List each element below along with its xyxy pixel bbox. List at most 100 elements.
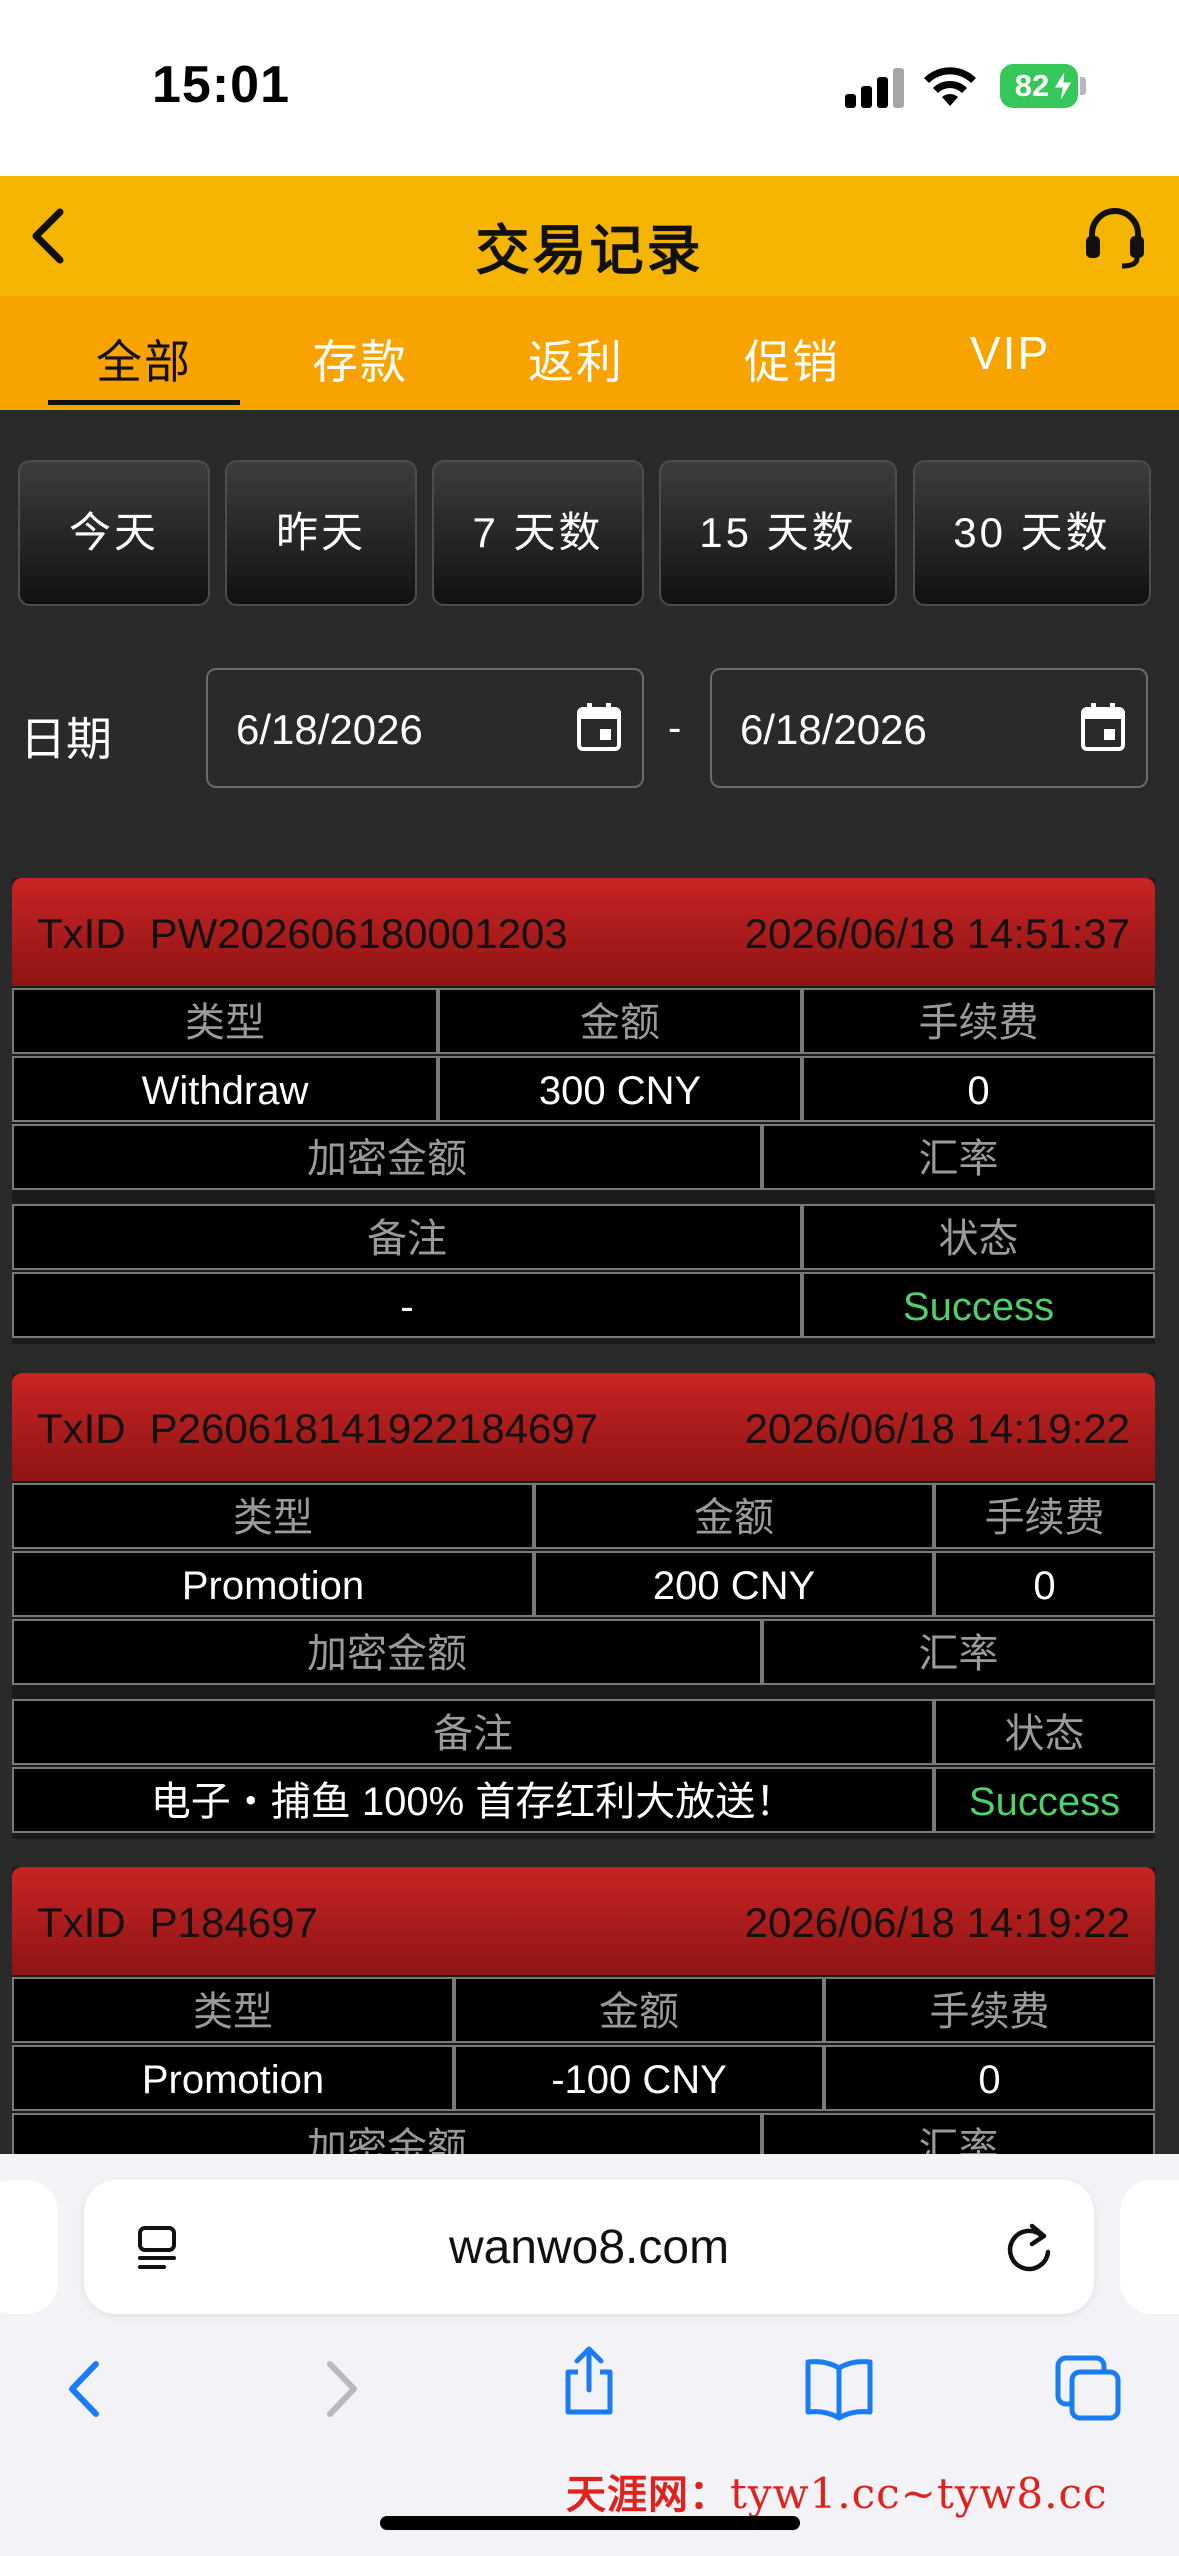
- amount-header: 金额: [438, 988, 802, 1054]
- txid-label: TxID: [37, 1405, 126, 1452]
- date-from-input[interactable]: 6/18/2026: [206, 668, 644, 788]
- fee-value: 0: [802, 1056, 1155, 1122]
- date-to-value: 6/18/2026: [740, 706, 927, 753]
- tab-deposit[interactable]: 存款: [312, 326, 408, 392]
- txid-value: PW202606180001203: [149, 910, 568, 957]
- filter-30-days-button[interactable]: 30 天数: [913, 460, 1151, 606]
- type-header: 类型: [12, 1977, 454, 2043]
- transaction-time: 2026/06/18 14:19:22: [744, 1405, 1130, 1452]
- status-header: 状态: [934, 1699, 1155, 1765]
- amount-value: 300 CNY: [438, 1056, 802, 1122]
- txid-value: P184697: [149, 1899, 318, 1946]
- amount-header: 金额: [454, 1977, 824, 2043]
- app-header: 交易记录: [0, 176, 1179, 296]
- filter-7-days-button[interactable]: 7 天数: [432, 460, 644, 606]
- filter-yesterday-button[interactable]: 昨天: [225, 460, 417, 606]
- remark-header: 备注: [12, 1204, 802, 1270]
- watermark: 天涯网：tyw1.cc~tyw8.cc: [566, 2462, 1108, 2520]
- table-row: 加密金额 汇率: [12, 1619, 1155, 1687]
- browser-forward-icon[interactable]: [304, 2354, 374, 2424]
- charging-bolt-icon: [1053, 70, 1073, 102]
- status-bar: 15:01 82: [0, 0, 1179, 176]
- next-tab-preview[interactable]: [1120, 2180, 1179, 2314]
- tabs-icon[interactable]: [1054, 2354, 1124, 2424]
- transaction-id: TxID PW202606180001203: [37, 910, 568, 958]
- transaction-id: TxID P184697: [37, 1899, 318, 1947]
- table-row: - Success: [12, 1272, 1155, 1340]
- fee-header: 手续费: [802, 988, 1155, 1054]
- home-indicator[interactable]: [380, 2516, 800, 2530]
- txid-label: TxID: [37, 1899, 126, 1946]
- address-bar[interactable]: wanwo8.com: [84, 2180, 1094, 2314]
- watermark-brand: 天涯网：: [566, 2473, 730, 2517]
- status-header: 状态: [802, 1204, 1155, 1270]
- active-tab-indicator: [48, 400, 240, 405]
- rate-header: 汇率: [762, 2113, 1155, 2154]
- txid-value: P260618141922184697: [149, 1405, 599, 1452]
- reload-icon[interactable]: [1002, 2220, 1056, 2276]
- wifi-icon: [924, 67, 976, 106]
- table-row: Withdraw 300 CNY 0: [12, 1056, 1155, 1124]
- table-row: 备注 状态: [12, 1699, 1155, 1767]
- tab-vip[interactable]: VIP: [970, 326, 1050, 380]
- date-to-input[interactable]: 6/18/2026: [710, 668, 1148, 788]
- fee-header: 手续费: [824, 1977, 1155, 2043]
- tab-promotion[interactable]: 促销: [744, 326, 840, 392]
- amount-header: 金额: [534, 1483, 934, 1549]
- tab-all[interactable]: 全部: [96, 326, 192, 392]
- status-value: Success: [934, 1767, 1155, 1833]
- calendar-icon[interactable]: [1080, 702, 1126, 752]
- url-text: wanwo8.com: [448, 2221, 730, 2274]
- calendar-icon[interactable]: [576, 702, 622, 752]
- crypto-amount-header: 加密金额: [12, 2113, 762, 2154]
- type-value: Promotion: [12, 1551, 534, 1617]
- rate-header: 汇率: [762, 1124, 1155, 1190]
- bookmarks-icon[interactable]: [804, 2354, 874, 2424]
- transaction-card-header: TxID P184697 2026/06/18 14:19:22: [12, 1867, 1155, 1975]
- table-row: 类型 金额 手续费: [12, 1977, 1155, 2045]
- fee-value: 0: [934, 1551, 1155, 1617]
- watermark-url: tyw1.cc~tyw8.cc: [730, 2469, 1108, 2518]
- remark-value: 电子・捕鱼 100% 首存红利大放送！: [12, 1767, 934, 1833]
- transaction-card: TxID PW202606180001203 2026/06/18 14:51:3…: [12, 878, 1155, 1344]
- txid-label: TxID: [37, 910, 126, 957]
- share-icon[interactable]: [554, 2346, 624, 2416]
- previous-tab-preview[interactable]: [0, 2180, 58, 2314]
- customer-service-headset-icon[interactable]: [1082, 204, 1148, 270]
- rate-header: 汇率: [762, 1619, 1155, 1685]
- table-row: 备注 状态: [12, 1204, 1155, 1272]
- amount-value: -100 CNY: [454, 2045, 824, 2111]
- date-range-separator: -: [668, 706, 682, 750]
- type-value: Promotion: [12, 2045, 454, 2111]
- date-label: 日期: [20, 713, 112, 765]
- transaction-card-header: TxID P260618141922184697 2026/06/18 14:19…: [12, 1373, 1155, 1481]
- cellular-signal-icon: [845, 66, 907, 108]
- amount-value: 200 CNY: [534, 1551, 934, 1617]
- remark-header: 备注: [12, 1699, 934, 1765]
- crypto-amount-header: 加密金额: [12, 1619, 762, 1685]
- date-from-value: 6/18/2026: [236, 706, 423, 753]
- browser-back-icon[interactable]: [52, 2354, 122, 2424]
- table-row: 电子・捕鱼 100% 首存红利大放送！ Success: [12, 1767, 1155, 1835]
- battery-cap: [1080, 77, 1086, 95]
- filter-today-button[interactable]: 今天: [18, 460, 210, 606]
- filter-15-days-button[interactable]: 15 天数: [659, 460, 897, 606]
- category-tabs: 全部 存款 返利 促销 VIP: [0, 296, 1179, 410]
- fee-header: 手续费: [934, 1483, 1155, 1549]
- page-title: 交易记录: [475, 221, 704, 281]
- transaction-time: 2026/06/18 14:51:37: [744, 910, 1130, 957]
- table-row: 加密金额 汇率: [12, 1124, 1155, 1192]
- type-value: Withdraw: [12, 1056, 438, 1122]
- table-row: 类型 金额 手续费: [12, 1483, 1155, 1551]
- type-header: 类型: [12, 1483, 534, 1549]
- remark-value: -: [12, 1272, 802, 1338]
- table-row: Promotion 200 CNY 0: [12, 1551, 1155, 1619]
- transaction-card: TxID P184697 2026/06/18 14:19:22 类型 金额 手续…: [12, 1867, 1155, 2154]
- crypto-amount-header: 加密金额: [12, 1124, 762, 1190]
- table-row: 加密金额 汇率: [12, 2113, 1155, 2154]
- table-row: Promotion -100 CNY 0: [12, 2045, 1155, 2113]
- transaction-card: TxID P260618141922184697 2026/06/18 14:19…: [12, 1373, 1155, 1839]
- transaction-id: TxID P260618141922184697: [37, 1405, 598, 1453]
- fee-value: 0: [824, 2045, 1155, 2111]
- tab-rebate[interactable]: 返利: [528, 326, 624, 392]
